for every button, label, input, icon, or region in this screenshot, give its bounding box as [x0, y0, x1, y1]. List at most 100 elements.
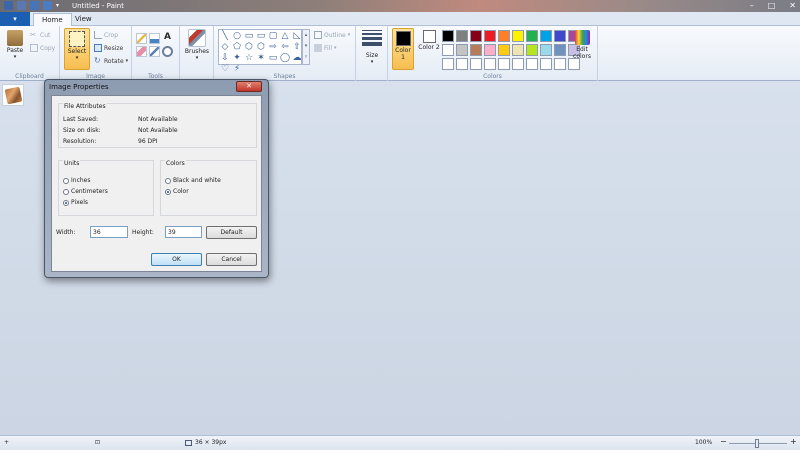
shape-4-icon[interactable]: ▢	[268, 31, 278, 41]
color1-button[interactable]: Color 1	[392, 28, 414, 70]
shapes-more-icon[interactable]: ▿	[303, 52, 309, 63]
edit-colors-button[interactable]: Edit colors	[570, 30, 594, 60]
palette-swatch-7[interactable]	[540, 30, 552, 42]
shapes-scroll-up-icon[interactable]: ▴	[303, 30, 309, 41]
palette-swatch-6[interactable]	[526, 30, 538, 42]
shape-21-icon[interactable]: ♡	[220, 64, 230, 74]
shape-7-icon[interactable]: ◇	[220, 42, 230, 52]
zoom-in-button[interactable]: +	[790, 437, 797, 446]
shape-17-icon[interactable]: ✶	[256, 53, 266, 63]
pixels-radio[interactable]: Pixels	[63, 199, 88, 206]
size-button[interactable]: Size ▾	[360, 30, 384, 65]
palette-swatch-5[interactable]	[512, 30, 524, 42]
palette-swatch-15[interactable]	[512, 44, 524, 56]
select-button[interactable]: Select ▾	[64, 28, 90, 70]
redo-icon[interactable]	[43, 1, 52, 10]
shape-16-icon[interactable]: ☆	[244, 53, 254, 63]
shape-1-icon[interactable]: ○	[232, 31, 242, 41]
shape-3-icon[interactable]: ▭	[256, 31, 266, 41]
palette-swatch-3[interactable]	[484, 30, 496, 42]
undo-icon[interactable]	[30, 1, 39, 10]
color-radio[interactable]: Color	[165, 188, 189, 195]
palette-swatch-17[interactable]	[540, 44, 552, 56]
palette-swatch-1[interactable]	[456, 30, 468, 42]
pencil-icon[interactable]	[136, 33, 147, 44]
zoom-out-button[interactable]: −	[720, 437, 727, 446]
paint-app-icon[interactable]	[4, 1, 13, 10]
tab-home[interactable]: Home	[33, 13, 72, 26]
palette-swatch-2[interactable]	[470, 30, 482, 42]
copy-button[interactable]: Copy	[30, 44, 55, 52]
close-button[interactable]: ✕	[789, 1, 796, 11]
shape-11-icon[interactable]: ⇨	[268, 42, 278, 52]
tab-view[interactable]: View	[67, 13, 100, 26]
ok-button[interactable]: OK	[151, 253, 202, 266]
shape-9-icon[interactable]: ⬡	[244, 42, 254, 52]
text-tool-icon[interactable]: A	[162, 33, 173, 44]
inches-radio[interactable]: Inches	[63, 177, 91, 184]
palette-swatch-4[interactable]	[498, 30, 510, 42]
shape-2-icon[interactable]: ▭	[244, 31, 254, 41]
rotate-button[interactable]: ↻ Rotate ▾	[94, 57, 128, 65]
palette-swatch-24[interactable]	[498, 58, 510, 70]
resize-button[interactable]: Resize	[94, 44, 123, 52]
paste-button[interactable]: Paste ▾	[4, 30, 26, 60]
shape-24-icon[interactable]	[256, 64, 266, 74]
shape-0-icon[interactable]: ╲	[220, 31, 230, 41]
shape-26-icon[interactable]	[280, 64, 290, 74]
palette-swatch-26[interactable]	[526, 58, 538, 70]
eraser-icon[interactable]	[136, 46, 147, 57]
palette-swatch-12[interactable]	[470, 44, 482, 56]
minimize-button[interactable]: –	[750, 1, 754, 11]
width-input[interactable]	[90, 226, 128, 238]
palette-swatch-22[interactable]	[470, 58, 482, 70]
shape-5-icon[interactable]: △	[280, 31, 290, 41]
magnifier-icon[interactable]	[162, 46, 173, 57]
shape-19-icon[interactable]: ◯	[280, 53, 290, 63]
shape-20-icon[interactable]: ☁	[292, 53, 302, 63]
save-icon[interactable]	[17, 1, 26, 10]
palette-swatch-21[interactable]	[456, 58, 468, 70]
shape-25-icon[interactable]	[268, 64, 278, 74]
palette-swatch-28[interactable]	[554, 58, 566, 70]
palette-swatch-0[interactable]	[442, 30, 454, 42]
palette-swatch-27[interactable]	[540, 58, 552, 70]
crop-button[interactable]: Crop	[94, 31, 118, 39]
shape-18-icon[interactable]: ▭	[268, 53, 278, 63]
height-input[interactable]	[165, 226, 202, 238]
dialog-close-button[interactable]: ✕	[236, 81, 262, 92]
shape-8-icon[interactable]: ⬠	[232, 42, 242, 52]
outline-button[interactable]: Outline ▾	[314, 31, 350, 39]
customize-quick-access-icon[interactable]: ▾	[56, 1, 62, 10]
black-and-white-radio[interactable]: Black and white	[165, 177, 221, 184]
palette-swatch-10[interactable]	[442, 44, 454, 56]
palette-swatch-13[interactable]	[484, 44, 496, 56]
palette-swatch-20[interactable]	[442, 58, 454, 70]
shapes-scroll[interactable]: ▴ ▾ ▿	[302, 29, 310, 65]
canvas-image[interactable]	[2, 84, 24, 106]
palette-swatch-8[interactable]	[554, 30, 566, 42]
palette-swatch-14[interactable]	[498, 44, 510, 56]
shape-23-icon[interactable]	[244, 64, 254, 74]
palette-swatch-16[interactable]	[526, 44, 538, 56]
shape-12-icon[interactable]: ⇦	[280, 42, 290, 52]
shape-10-icon[interactable]: ⬡	[256, 42, 266, 52]
fill-button[interactable]: Fill ▾	[314, 44, 337, 52]
palette-swatch-11[interactable]	[456, 44, 468, 56]
shapes-scroll-down-icon[interactable]: ▾	[303, 41, 309, 52]
palette-swatch-18[interactable]	[554, 44, 566, 56]
brushes-button[interactable]: Brushes ▾	[184, 29, 210, 61]
centimeters-radio[interactable]: Centimeters	[63, 188, 108, 195]
shapes-gallery[interactable]: ╲ ○ ▭ ▭ ▢ △ ◺ ◇ ⬠ ⬡ ⬡ ⇨ ⇦ ⇧ ⇩ ✦ ☆ ✶ ▭ ◯ ☁ ♡ ⚡	[218, 29, 302, 74]
palette-swatch-25[interactable]	[512, 58, 524, 70]
palette-swatch-23[interactable]	[484, 58, 496, 70]
color-picker-icon[interactable]	[149, 46, 160, 57]
shape-15-icon[interactable]: ✦	[232, 53, 242, 63]
shape-22-icon[interactable]: ⚡	[232, 64, 242, 74]
cancel-button[interactable]: Cancel	[206, 253, 257, 266]
zoom-slider-thumb[interactable]	[755, 439, 759, 448]
default-button[interactable]: Default	[206, 226, 257, 239]
paint-menu-button[interactable]: ▾	[0, 12, 30, 26]
shape-14-icon[interactable]: ⇩	[220, 53, 230, 63]
shape-13-icon[interactable]: ⇧	[292, 42, 302, 52]
